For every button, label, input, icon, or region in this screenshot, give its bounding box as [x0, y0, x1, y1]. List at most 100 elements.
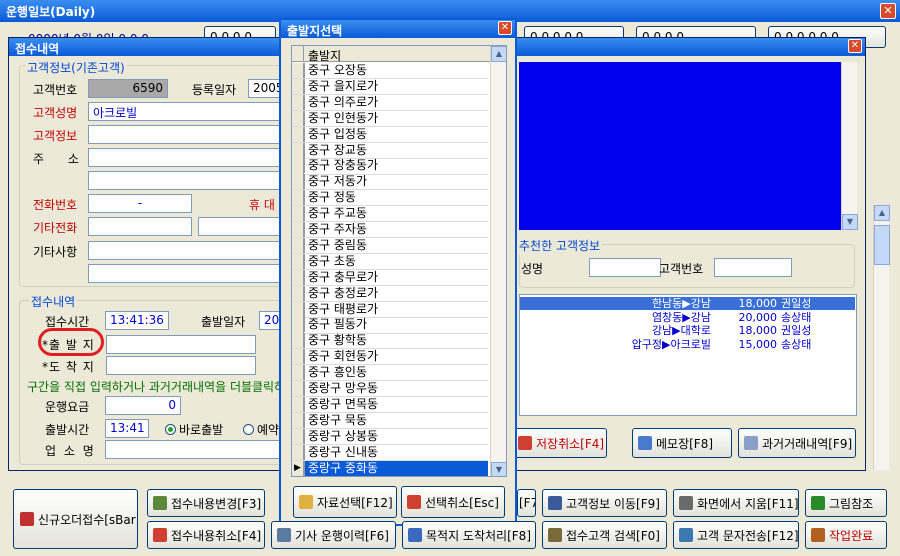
address-field-1[interactable] — [88, 148, 288, 167]
picker-row[interactable]: 중구 충정로가 — [292, 285, 488, 302]
scroll-thumb[interactable] — [874, 225, 890, 265]
picker-row[interactable]: 중구 중림동 — [292, 237, 488, 255]
picker-row[interactable]: 중랑구 묵동 — [292, 412, 488, 429]
customer-group-label: 고객정보(기존고객) — [25, 59, 127, 76]
row-indicator — [292, 317, 304, 333]
select-data-button[interactable]: 자료선택[F12] — [293, 486, 397, 518]
row-indicator — [292, 365, 304, 381]
row-indicator — [292, 269, 304, 285]
row-indicator — [292, 94, 304, 110]
arrival-field[interactable] — [106, 356, 256, 375]
picker-row[interactable]: 중구 의주로가 — [292, 94, 488, 111]
customer-no-field[interactable]: 6590 — [88, 79, 168, 98]
picker-row[interactable]: 중구 정동 — [292, 190, 488, 207]
row-indicator — [292, 237, 304, 254]
main-close-icon[interactable]: ✕ — [880, 3, 896, 19]
picker-row[interactable]: 중랑구 면목동 — [292, 396, 488, 414]
tree-icon — [811, 496, 825, 510]
radio-reserve[interactable]: 예약 — [243, 421, 279, 438]
row-indicator — [292, 222, 304, 238]
history-button[interactable]: 과거거래내역[F9] — [738, 428, 856, 458]
search-icon — [548, 528, 562, 542]
picker-row[interactable]: 중구 태평로가 — [292, 301, 488, 318]
sms-button[interactable]: 고객 문자전송[F12] — [673, 521, 799, 549]
select-data-icon — [299, 495, 313, 509]
cancel-save-button[interactable]: 저장취소[F4] — [512, 428, 607, 458]
cancel-select-button[interactable]: 선택취소[Esc] — [401, 486, 505, 518]
blue-scroll-down-icon[interactable]: ▼ — [842, 214, 858, 230]
picker-row[interactable]: 중구 오장동 — [292, 63, 488, 80]
picker-row[interactable]: 중구 필동가 — [292, 317, 488, 334]
picker-row[interactable]: 중구 주교동 — [292, 206, 488, 223]
move-customer-button[interactable]: 고객정보 이동[F9] — [542, 489, 667, 517]
fare-field[interactable]: 0 — [105, 396, 181, 415]
picker-row[interactable]: 중구 회현동가 — [292, 349, 488, 366]
f7-button[interactable]: [F7] — [517, 489, 536, 517]
driver-history-icon — [277, 528, 291, 542]
picker-scroll-up-icon[interactable]: ▲ — [491, 46, 506, 62]
row-indicator — [292, 349, 304, 365]
customer-info-field[interactable] — [88, 125, 288, 144]
picker-row[interactable]: 중구 흥인동 — [292, 365, 488, 382]
picker-row-label: 중구 오장동 — [304, 63, 367, 78]
radio-now[interactable]: 바로출발 — [165, 421, 223, 438]
picker-row[interactable]: 중구 인현동가 — [292, 110, 488, 127]
notes-field-1[interactable] — [88, 241, 288, 260]
picture-button[interactable]: 그림참조 — [805, 489, 887, 517]
history-driver: 송상태 — [781, 310, 812, 324]
blue-panel-scrollbar[interactable]: ▼ — [841, 62, 858, 230]
picker-row[interactable]: 중랑구 신내동 — [292, 444, 488, 461]
clear-screen-button[interactable]: 화면에서 지움[F11] — [673, 489, 799, 517]
driver-history-button[interactable]: 기사 운행이력[F6] — [271, 521, 396, 549]
picker-row[interactable]: 중구 입정동 — [292, 126, 488, 143]
picker-row[interactable]: 중구 주자동 — [292, 222, 488, 239]
picker-row[interactable]: 중구 충무로가 — [292, 269, 488, 286]
customer-name-field[interactable]: 아크로빌 — [88, 102, 288, 121]
picker-scrollbar[interactable]: ▲ ▼ — [490, 46, 506, 476]
finish-button[interactable]: 작업완료 — [805, 521, 887, 549]
company-field[interactable] — [105, 440, 289, 459]
customer-no-label: 고객번호 — [33, 83, 78, 97]
picker-row[interactable]: 중랑구 상봉동 — [292, 428, 488, 445]
radio-reserve-icon[interactable] — [243, 424, 254, 435]
picker-titlebar: 출발지선택 — [281, 20, 515, 38]
picker-rows: 중구 오장동 중구 을지로가 중구 의주로가 중구 인현동가 중구 입정동 중구 장교동 중… — [292, 63, 490, 476]
picker-close-icon[interactable]: ✕ — [498, 21, 512, 35]
picker-row-label: 중구 충무로가 — [304, 269, 378, 285]
rec-no-field[interactable] — [714, 258, 792, 277]
other-phone-field-1[interactable] — [88, 217, 192, 236]
picker-row[interactable]: 중구 장교동 — [292, 142, 488, 159]
picker-row[interactable]: 중랑구 망우동 — [292, 381, 488, 398]
destination-arrival-button[interactable]: 목적지 도착처리[F8] — [402, 521, 536, 549]
picker-row[interactable]: 중구 장충동가 — [292, 158, 488, 175]
picker-row[interactable]: ▶ 중랑구 중화동 — [292, 460, 488, 476]
row-indicator — [292, 444, 304, 460]
picker-row-label: 중랑구 면목동 — [304, 396, 378, 412]
new-order-button[interactable]: 신규오더접수[sBar] — [13, 489, 138, 549]
edit-reception-button[interactable]: 접수내용변경[F3] — [147, 489, 265, 517]
picker-row-label: 중구 초동 — [304, 253, 356, 269]
picker-row[interactable]: 중구 을지로가 — [292, 78, 488, 96]
search-customer-button[interactable]: 접수고객 검색[F0] — [542, 521, 667, 549]
notes-field-2[interactable] — [88, 264, 288, 283]
picker-row[interactable]: 중구 황학동 — [292, 333, 488, 350]
other-phone-field-2[interactable] — [198, 217, 288, 236]
picker-scroll-down-icon[interactable]: ▼ — [491, 462, 506, 476]
radio-now-icon[interactable] — [165, 424, 176, 435]
row-indicator — [292, 301, 304, 317]
reception-close-icon[interactable]: ✕ — [848, 39, 862, 53]
rec-name-field[interactable] — [589, 258, 661, 277]
cancel-reception-button[interactable]: 접수내용취소[F4] — [147, 521, 265, 549]
departure-field[interactable] — [106, 335, 256, 354]
history-fare: 18,000 — [738, 297, 778, 310]
row-indicator — [292, 333, 304, 349]
reception-time-field[interactable]: 13:41:36 — [105, 311, 169, 330]
main-scrollbar[interactable]: ▲ — [873, 205, 890, 470]
address-field-2[interactable] — [88, 171, 288, 190]
memo-button[interactable]: 메모장[F8] — [632, 428, 732, 458]
picker-row[interactable]: 중구 초동 — [292, 253, 488, 270]
depart-time-field[interactable]: 13:41 — [105, 419, 149, 438]
phone-field[interactable]: - — [88, 194, 192, 213]
scroll-up-icon[interactable]: ▲ — [874, 205, 890, 221]
picker-row[interactable]: 중구 저동가 — [292, 174, 488, 191]
